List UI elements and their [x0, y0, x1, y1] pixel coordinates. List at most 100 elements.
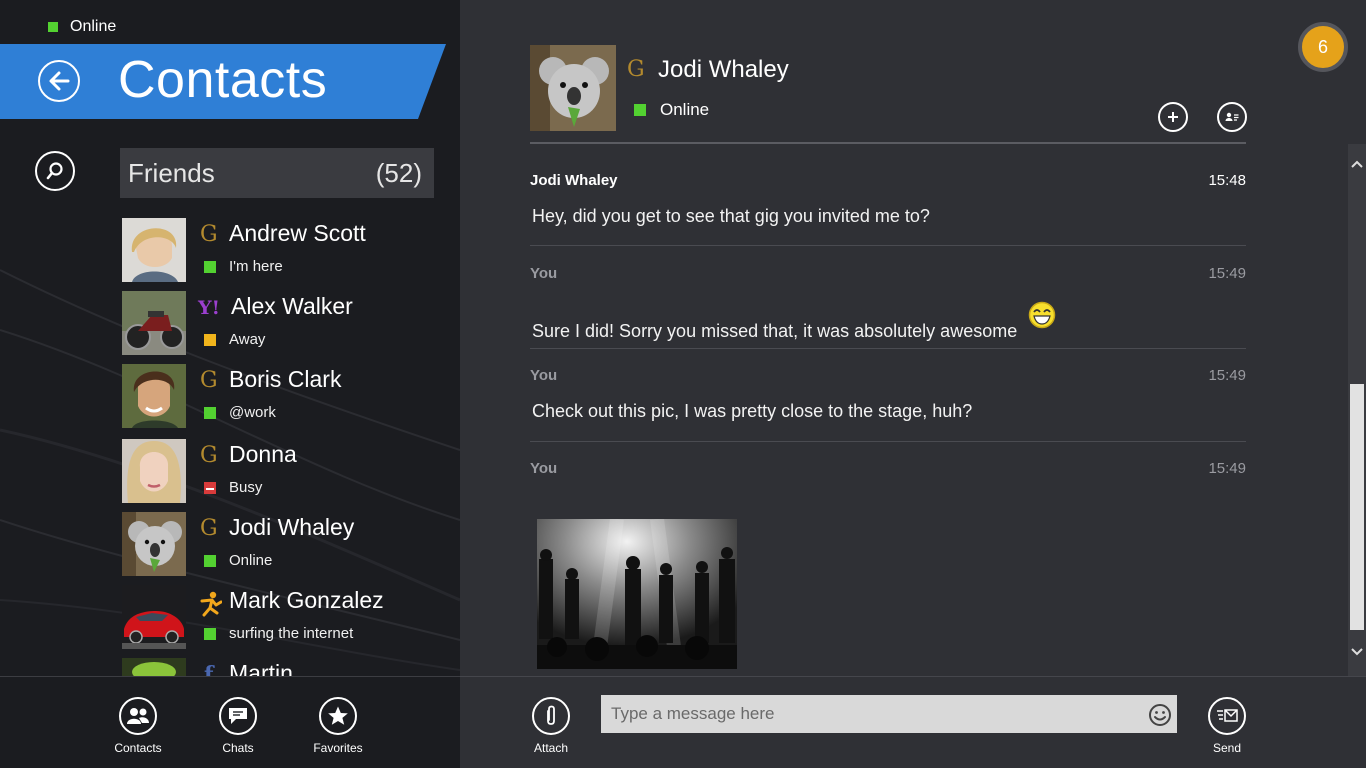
message-time: 15:49 [1208, 265, 1246, 282]
add-contact-button[interactable] [1158, 102, 1188, 132]
my-status-label: Online [70, 18, 117, 35]
avatar [122, 218, 186, 282]
paperclip-icon [547, 705, 555, 725]
contact-name: Donna [229, 441, 297, 467]
chevron-up-icon [1351, 160, 1363, 168]
back-button[interactable] [38, 60, 80, 102]
contact-status-text: surfing the internet [229, 625, 354, 642]
contact-name: Martin [229, 660, 293, 676]
chats-nav-button[interactable]: Chats [198, 697, 278, 755]
yahoo-messenger-icon: Y! [198, 297, 220, 319]
send-button[interactable]: Send [1187, 697, 1267, 755]
google-talk-icon: G [200, 443, 218, 468]
contact-status-text: Away [229, 331, 266, 348]
avatar [122, 364, 186, 428]
send-label: Send [1212, 741, 1242, 755]
chats-icon [229, 708, 247, 724]
send-message-icon [1217, 709, 1238, 722]
google-talk-icon: G [200, 222, 218, 247]
search-button[interactable] [35, 151, 75, 191]
message-time: 15:48 [1208, 172, 1246, 189]
contacts-pane: Online Contacts Friends (52) G Andrew Sc… [0, 0, 460, 676]
google-talk-icon: G [200, 516, 218, 541]
facebook-icon: f [204, 662, 214, 676]
google-talk-icon: G [627, 57, 645, 82]
online-status-icon [48, 22, 58, 32]
contact-status-text: @work [229, 404, 276, 421]
contact-name: Mark Gonzalez [229, 587, 384, 613]
chat-header-divider [530, 142, 1246, 144]
contact-item[interactable]: f Martin [122, 658, 452, 676]
favorites-nav-label: Favorites [313, 741, 363, 755]
arrow-left-icon [49, 71, 70, 91]
message-sender: You [530, 460, 558, 477]
message-input[interactable] [601, 695, 1177, 733]
contact-name: Boris Clark [229, 366, 342, 392]
online-status-icon [204, 555, 216, 567]
group-name: Friends [128, 157, 215, 188]
chats-nav-label: Chats [222, 741, 254, 755]
contact-item[interactable]: G Boris Clark @work [122, 364, 452, 439]
group-header[interactable]: Friends (52) [120, 148, 434, 198]
message-divider [530, 441, 1246, 442]
aim-icon [200, 591, 222, 617]
chat-pane: G Jodi Whaley Online 6 Jodi Whaley 15:48… [460, 0, 1366, 676]
shared-photo[interactable] [537, 519, 737, 669]
chat-scrollbar[interactable] [1348, 144, 1366, 676]
chat-contact-status: Online [660, 100, 710, 119]
left-app-bar: Contacts Chats Favorites [0, 676, 460, 768]
contact-status-text: Online [229, 552, 273, 569]
contact-status-text: I'm here [229, 258, 283, 275]
attach-button[interactable]: Attach [511, 697, 591, 755]
busy-status-icon [204, 482, 216, 494]
contact-item[interactable]: Y! Alex Walker Away [122, 291, 452, 364]
contact-item[interactable]: G Donna Busy [122, 439, 452, 512]
avatar [122, 439, 186, 503]
notification-badge[interactable]: 6 [1298, 22, 1348, 72]
scroll-thumb[interactable] [1350, 384, 1364, 630]
attach-label: Attach [533, 741, 569, 755]
contact-item[interactable]: Mark Gonzalez surfing the internet [122, 585, 452, 658]
contact-name: Jodi Whaley [229, 514, 355, 540]
online-status-icon [204, 261, 216, 273]
message-text: Hey, did you get to see that gig you inv… [532, 206, 930, 226]
online-status-icon [204, 628, 216, 640]
message-text: Check out this pic, I was pretty close t… [532, 401, 973, 421]
avatar [122, 658, 186, 676]
star-icon [328, 706, 348, 725]
away-status-icon [204, 334, 216, 346]
message-sender: You [530, 367, 558, 384]
message-sender: Jodi Whaley [530, 172, 618, 189]
online-status-icon [204, 407, 216, 419]
contact-details-button[interactable] [1217, 102, 1247, 132]
contact-card-icon [1225, 112, 1239, 121]
my-status[interactable]: Online [48, 18, 116, 36]
message-divider [530, 245, 1246, 246]
google-talk-icon: G [200, 368, 218, 393]
contacts-nav-label: Contacts [114, 741, 162, 755]
scroll-up-button[interactable] [1348, 152, 1366, 176]
contact-name: Andrew Scott [229, 220, 366, 246]
contact-item[interactable]: G Andrew Scott I'm here [122, 218, 452, 291]
avatar [122, 291, 186, 355]
contact-list: G Andrew Scott I'm here Y! Alex Walker A… [122, 218, 452, 676]
message-time: 15:49 [1208, 367, 1246, 384]
emoji-picker-icon[interactable] [1148, 703, 1172, 727]
message-sender: You [530, 265, 558, 282]
search-icon [46, 162, 63, 180]
message-text: Sure I did! Sorry you missed that, it wa… [532, 301, 1056, 342]
contact-status-text: Busy [229, 479, 263, 496]
laughing-emoji-icon [1028, 301, 1056, 329]
chat-contact-name: Jodi Whaley [658, 56, 789, 83]
avatar [122, 585, 186, 649]
chat-contact-avatar [530, 45, 616, 131]
page-title: Contacts [118, 51, 328, 109]
contact-item[interactable]: G Jodi Whaley Online [122, 512, 452, 585]
message-text-content: Sure I did! Sorry you missed that, it wa… [532, 321, 1018, 341]
plus-icon [1168, 112, 1178, 122]
contact-name: Alex Walker [231, 293, 353, 319]
scroll-down-button[interactable] [1348, 640, 1366, 664]
favorites-nav-button[interactable]: Favorites [298, 697, 378, 755]
message-time: 15:49 [1208, 460, 1246, 477]
contacts-nav-button[interactable]: Contacts [98, 697, 178, 755]
